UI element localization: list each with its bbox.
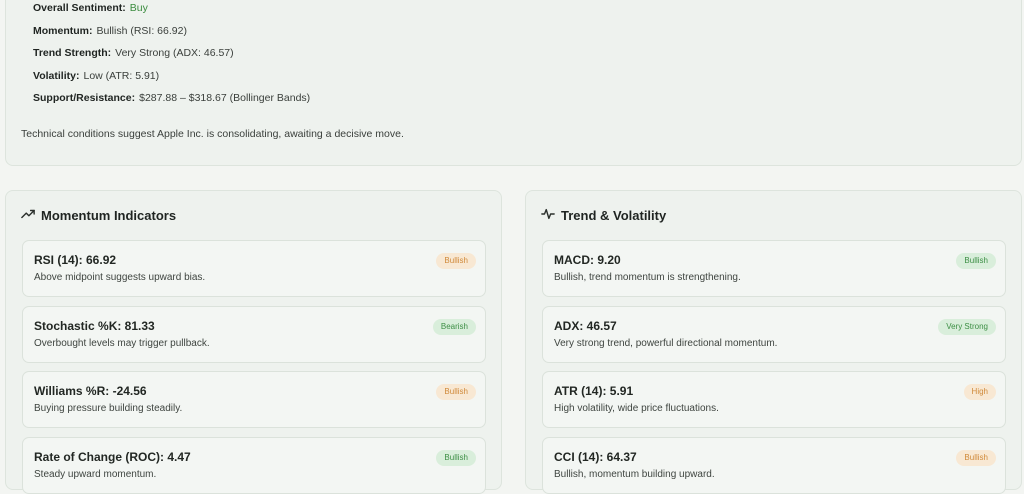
support-resistance-row: Support/Resistance: $287.88 – $318.67 (Bo… [33, 91, 310, 105]
indicator-description: Above midpoint suggests upward bias. [34, 272, 206, 283]
activity-icon [541, 207, 555, 224]
signal-badge: Bullish [436, 450, 476, 466]
volatility-row: Volatility: Low (ATR: 5.91) [33, 69, 159, 83]
support-resistance-label: Support/Resistance: [33, 92, 136, 104]
trend-volatility-panel: Trend & Volatility MACD: 9.20 Bullish, t… [525, 190, 1022, 494]
signal-badge: Bearish [432, 319, 476, 335]
signal-badge: Very Strong [938, 319, 996, 335]
indicator-name: MACD: 9.20 [554, 253, 621, 267]
trend-strength-label: Trend Strength: [33, 47, 112, 59]
indicator-name: Stochastic %K: 81.33 [34, 319, 155, 333]
indicator-name: ATR (14): 5.91 [554, 384, 634, 398]
indicator-name: ADX: 46.57 [554, 319, 617, 333]
indicator-description: Bullish, trend momentum is strengthening… [554, 272, 741, 283]
indicator-card-cci: CCI (14): 64.37 Bullish, momentum buildi… [542, 437, 1006, 494]
indicator-card-macd: MACD: 9.20 Bullish, trend momentum is st… [542, 240, 1006, 297]
indicator-name: Rate of Change (ROC): 4.47 [34, 450, 191, 464]
overall-sentiment-value: Buy [129, 2, 148, 14]
momentum-row: Momentum: Bullish (RSI: 66.92) [33, 24, 187, 38]
trending-up-icon [21, 207, 35, 224]
indicator-name: RSI (14): 66.92 [34, 253, 117, 267]
overall-sentiment-row: Overall Sentiment: Buy [33, 1, 148, 15]
trend-panel-title-text: Trend & Volatility [561, 208, 667, 223]
momentum-indicators-panel: Momentum Indicators RSI (14): 66.92 Abov… [5, 190, 502, 494]
signal-badge: Bullish [956, 253, 996, 269]
momentum-panel-title-text: Momentum Indicators [41, 208, 177, 223]
indicator-description: Overbought levels may trigger pullback. [34, 338, 210, 349]
indicator-card-roc: Rate of Change (ROC): 4.47 Steady upward… [22, 437, 486, 494]
signal-badge: Bullish [436, 253, 476, 269]
summary-note: Technical conditions suggest Apple Inc. … [21, 128, 404, 140]
indicator-description: High volatility, wide price fluctuations… [554, 403, 719, 414]
analysis-summary-card: Overall Sentiment: Buy Momentum: Bullish (… [5, 0, 1022, 166]
indicator-card-stochastic: Stochastic %K: 81.33 Overbought levels m… [22, 306, 486, 363]
signal-badge: High [963, 384, 996, 400]
momentum-panel-title: Momentum Indicators [21, 207, 176, 224]
trend-strength-row: Trend Strength: Very Strong (ADX: 46.57) [33, 46, 234, 60]
indicator-description: Very strong trend, powerful directional … [554, 338, 778, 349]
momentum-label: Momentum: [33, 25, 93, 37]
indicator-card-atr: ATR (14): 5.91 High volatility, wide pri… [542, 371, 1006, 428]
signal-badge: Bullish [956, 450, 996, 466]
indicator-card-rsi: RSI (14): 66.92 Above midpoint suggests … [22, 240, 486, 297]
trend-strength-value: Very Strong (ADX: 46.57) [115, 47, 234, 59]
volatility-value: Low (ATR: 5.91) [83, 70, 160, 82]
overall-sentiment-label: Overall Sentiment: [33, 2, 126, 14]
trend-panel-title: Trend & Volatility [541, 207, 666, 224]
signal-badge: Bullish [436, 384, 476, 400]
support-resistance-value: $287.88 – $318.67 (Bollinger Bands) [139, 92, 311, 104]
indicator-name: Williams %R: -24.56 [34, 384, 147, 398]
volatility-label: Volatility: [33, 70, 80, 82]
momentum-value: Bullish (RSI: 66.92) [96, 25, 187, 37]
indicator-card-adx: ADX: 46.57 Very strong trend, powerful d… [542, 306, 1006, 363]
indicator-name: CCI (14): 64.37 [554, 450, 637, 464]
indicator-description: Buying pressure building steadily. [34, 403, 183, 414]
indicator-card-williams: Williams %R: -24.56 Buying pressure buil… [22, 371, 486, 428]
